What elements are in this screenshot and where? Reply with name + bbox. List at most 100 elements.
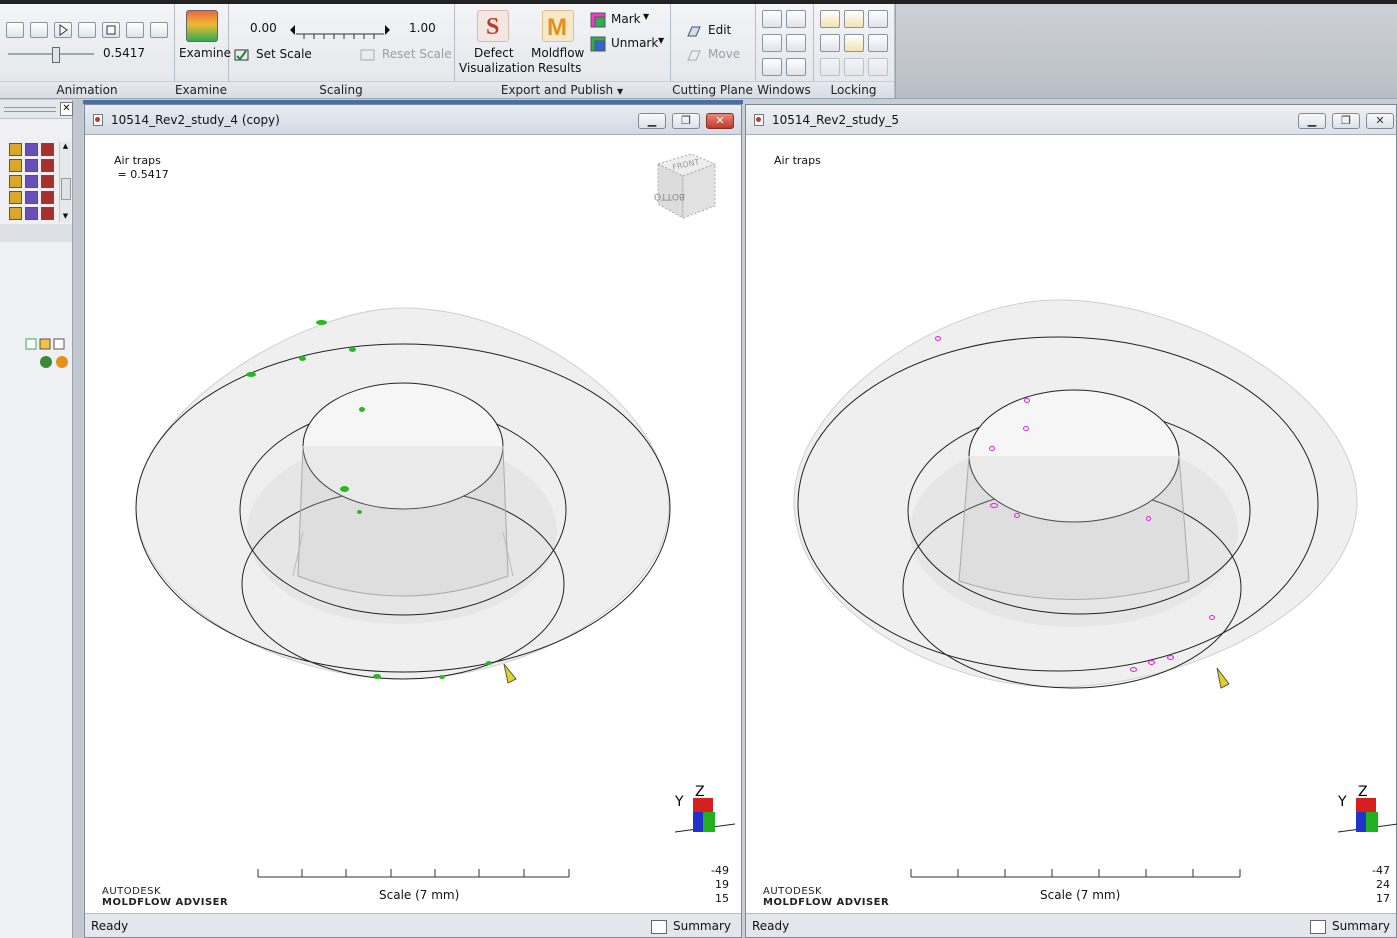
tool-icon[interactable] <box>25 159 38 172</box>
window-2-viewport[interactable]: Air traps Y Z Scale (7 mm) -47 24 17 AUT… <box>754 136 1397 911</box>
window-1-close-button[interactable]: ✕ <box>706 113 734 129</box>
mark-button[interactable]: Mark <box>611 12 641 26</box>
examine-icon[interactable] <box>186 10 218 42</box>
tool-icon[interactable] <box>41 175 54 188</box>
defect-visualization-line1[interactable]: Defect <box>474 46 514 60</box>
air-trap-marker <box>935 336 941 341</box>
air-trap-marker <box>246 372 256 377</box>
export-dropdown-icon[interactable]: ▼ <box>617 87 623 96</box>
tool-icon[interactable] <box>25 191 38 204</box>
lock-all-icon[interactable] <box>820 58 840 76</box>
mark-dropdown-icon[interactable]: ▼ <box>643 12 649 21</box>
study-window-2[interactable]: 10514_Rev2_study_5 ▁ ❐ ✕ Air traps Y Z S… <box>745 104 1397 938</box>
tool-icon[interactable] <box>9 175 22 188</box>
panel-grip[interactable] <box>4 107 56 112</box>
moldflow-results-line1[interactable]: Moldflow <box>531 46 584 60</box>
unmark-dropdown-icon[interactable]: ▼ <box>658 36 664 45</box>
air-trap-marker <box>357 510 362 514</box>
stop-icon[interactable] <box>102 22 120 38</box>
window-1-minimize-button[interactable]: ▁ <box>638 113 666 129</box>
defect-visualization-icon[interactable]: S <box>477 10 509 42</box>
axis-y-label: Y <box>1337 794 1347 810</box>
window-2-summary-button[interactable]: Summary <box>1310 914 1390 938</box>
tool-icon[interactable] <box>41 207 54 220</box>
lock-options-icon[interactable] <box>868 58 888 76</box>
window-1-viewport[interactable]: Air traps = 0.5417 FRONT BOTTOM <box>93 136 739 911</box>
tool-icon[interactable] <box>25 175 38 188</box>
air-trap-marker <box>1024 398 1030 403</box>
study-window-1[interactable]: 10514_Rev2_study_4 (copy) ▁ ❐ ✕ Air trap… <box>84 104 742 938</box>
unmark-button[interactable]: Unmark <box>611 36 658 50</box>
loop-icon[interactable] <box>126 22 144 38</box>
defect-visualization-line2[interactable]: Visualization <box>459 61 535 75</box>
unlock-animation-icon[interactable] <box>844 34 864 52</box>
lock-view-icon[interactable] <box>820 10 840 28</box>
axis-triad: Y Z <box>674 784 736 833</box>
part-model-2[interactable] <box>754 136 1396 896</box>
moldflow-results-icon[interactable]: M <box>542 10 574 42</box>
window-2-close-button[interactable]: ✕ <box>1366 113 1394 129</box>
set-scale-button[interactable]: Set Scale <box>256 47 312 61</box>
panel-splitter[interactable] <box>73 100 83 938</box>
scale-ruler <box>910 869 1241 878</box>
edit-plane-button[interactable]: Edit <box>708 23 731 37</box>
window-1-titlebar[interactable]: 10514_Rev2_study_4 (copy) ▁ ❐ ✕ <box>85 105 741 135</box>
examine-button[interactable]: Examine <box>179 46 231 60</box>
animation-group-label: Animation <box>0 81 174 98</box>
window-list-icon[interactable] <box>786 58 806 76</box>
tool-icon[interactable] <box>9 191 22 204</box>
scroll-down-icon[interactable]: ▼ <box>60 212 71 220</box>
mark-icon <box>590 12 606 28</box>
study-tree-icons[interactable] <box>24 338 72 370</box>
tool-icon[interactable] <box>41 191 54 204</box>
window-1-summary-button[interactable]: Summary <box>651 914 731 938</box>
cascade-icon[interactable] <box>786 34 806 52</box>
window-1-restore-button[interactable]: ❐ <box>672 113 700 129</box>
unlock-view-icon[interactable] <box>820 34 840 52</box>
part-model-1[interactable] <box>93 136 741 896</box>
animation-slider-thumb[interactable] <box>51 47 60 63</box>
autodesk-brand: AUTODESK <box>102 886 162 897</box>
pause-icon[interactable] <box>78 22 96 38</box>
tile-vertical-icon[interactable] <box>762 34 782 52</box>
tool-icon[interactable] <box>25 207 38 220</box>
step-forward-icon[interactable] <box>30 22 48 38</box>
tool-scrollbar[interactable]: ▲ ▼ <box>59 142 71 222</box>
scroll-thumb[interactable] <box>61 178 71 200</box>
unlock-plane-icon[interactable] <box>868 34 888 52</box>
scroll-up-icon[interactable]: ▲ <box>60 142 71 150</box>
unlock-all-icon[interactable] <box>844 58 864 76</box>
window-2-titlebar[interactable]: 10514_Rev2_study_5 ▁ ❐ ✕ <box>746 105 1396 135</box>
tile-grid-icon[interactable] <box>786 10 806 28</box>
coord-y: 19 <box>715 878 729 891</box>
tile-horizontal-icon[interactable] <box>762 10 782 28</box>
step-back-icon[interactable] <box>6 22 24 38</box>
tool-icon[interactable] <box>25 143 38 156</box>
air-trap-marker <box>989 446 995 451</box>
tool-icon[interactable] <box>41 159 54 172</box>
bounce-icon[interactable] <box>150 22 168 38</box>
summary-icon <box>651 919 667 934</box>
play-icon[interactable] <box>54 22 72 38</box>
window-2-restore-button[interactable]: ❐ <box>1332 113 1360 129</box>
reset-scale-button[interactable]: Reset Scale <box>382 47 452 61</box>
scale-range-slider[interactable] <box>290 24 392 44</box>
panel-close-icon[interactable]: ✕ <box>60 102 73 116</box>
moldflow-results-line2[interactable]: Results <box>538 61 581 75</box>
tool-icon[interactable] <box>9 159 22 172</box>
air-trap-marker <box>1209 615 1215 620</box>
air-trap-marker <box>373 674 381 679</box>
tool-icon[interactable] <box>9 143 22 156</box>
lock-animation-icon[interactable] <box>844 10 864 28</box>
scale-min: 0.00 <box>250 21 277 35</box>
tool-icon[interactable] <box>41 143 54 156</box>
move-plane-button[interactable]: Move <box>708 47 740 61</box>
tool-icon[interactable] <box>9 207 22 220</box>
window-2-minimize-button[interactable]: ▁ <box>1298 113 1326 129</box>
lock-plane-icon[interactable] <box>868 10 888 28</box>
export-publish-label-text: Export and Publish <box>500 83 614 97</box>
axis-z-label: Z <box>695 784 705 800</box>
export-publish-group-label: Export and Publish ▼ <box>454 81 670 98</box>
sync-views-icon[interactable] <box>762 58 782 76</box>
windows-group: Windows <box>755 4 814 98</box>
